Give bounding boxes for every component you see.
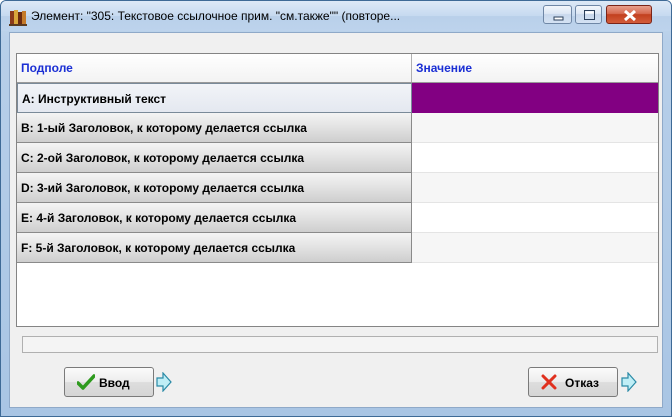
subfield-label: D: 3-ий Заголовок, к которому делается с… [17, 173, 412, 203]
books-app-icon [9, 10, 27, 26]
ok-button-label: Ввод [99, 376, 130, 390]
subfield-label: F: 5-й Заголовок, к которому делается сс… [17, 233, 412, 263]
subfield-label: C: 2-ой Заголовок, к которому делается с… [17, 143, 412, 173]
cancel-button-label: Отказ [565, 376, 600, 390]
value-cell[interactable] [412, 83, 658, 113]
value-cell[interactable] [412, 113, 658, 143]
value-cell[interactable] [412, 143, 658, 173]
right-arrow-icon [621, 372, 637, 392]
grid-row[interactable]: B: 1-ый Заголовок, к которому делается с… [17, 113, 658, 143]
cancel-button[interactable]: Отказ [528, 367, 618, 397]
column-header-subfield[interactable]: Подполе [17, 54, 412, 82]
value-cell[interactable] [412, 173, 658, 203]
close-icon [623, 9, 637, 22]
minimize-button[interactable] [543, 5, 572, 24]
close-button[interactable] [606, 5, 652, 24]
ok-button[interactable]: Ввод [64, 367, 154, 397]
grid-row[interactable]: F: 5-й Заголовок, к которому делается сс… [17, 233, 658, 263]
x-mark-icon [541, 374, 557, 390]
right-arrow-icon [156, 372, 172, 392]
maximize-icon [584, 10, 595, 20]
subfield-label: B: 1-ый Заголовок, к которому делается с… [17, 113, 412, 143]
title-bar[interactable]: Элемент: "305: Текстовое ссылочное прим.… [1, 1, 671, 31]
subfield-label: E: 4-й Заголовок, к которому делается сс… [17, 203, 412, 233]
subfield-grid: Подполе Значение A: Инструктивный текст … [16, 53, 659, 327]
window-title: Элемент: "305: Текстовое ссылочное прим.… [31, 9, 401, 23]
grid-row[interactable]: C: 2-ой Заголовок, к которому делается с… [17, 143, 658, 173]
maximize-button[interactable] [575, 5, 602, 24]
grid-row[interactable]: E: 4-й Заголовок, к которому делается сс… [17, 203, 658, 233]
value-cell[interactable] [412, 203, 658, 233]
grid-row[interactable]: A: Инструктивный текст [17, 83, 658, 113]
grid-row[interactable]: D: 3-ий Заголовок, к которому делается с… [17, 173, 658, 203]
minimize-icon [553, 16, 564, 21]
column-header-value[interactable]: Значение [412, 54, 658, 82]
status-bar [22, 336, 658, 353]
subfield-label: A: Инструктивный текст [17, 83, 412, 113]
value-cell[interactable] [412, 233, 658, 263]
grid-header: Подполе Значение [17, 54, 658, 83]
checkmark-icon [77, 374, 95, 390]
